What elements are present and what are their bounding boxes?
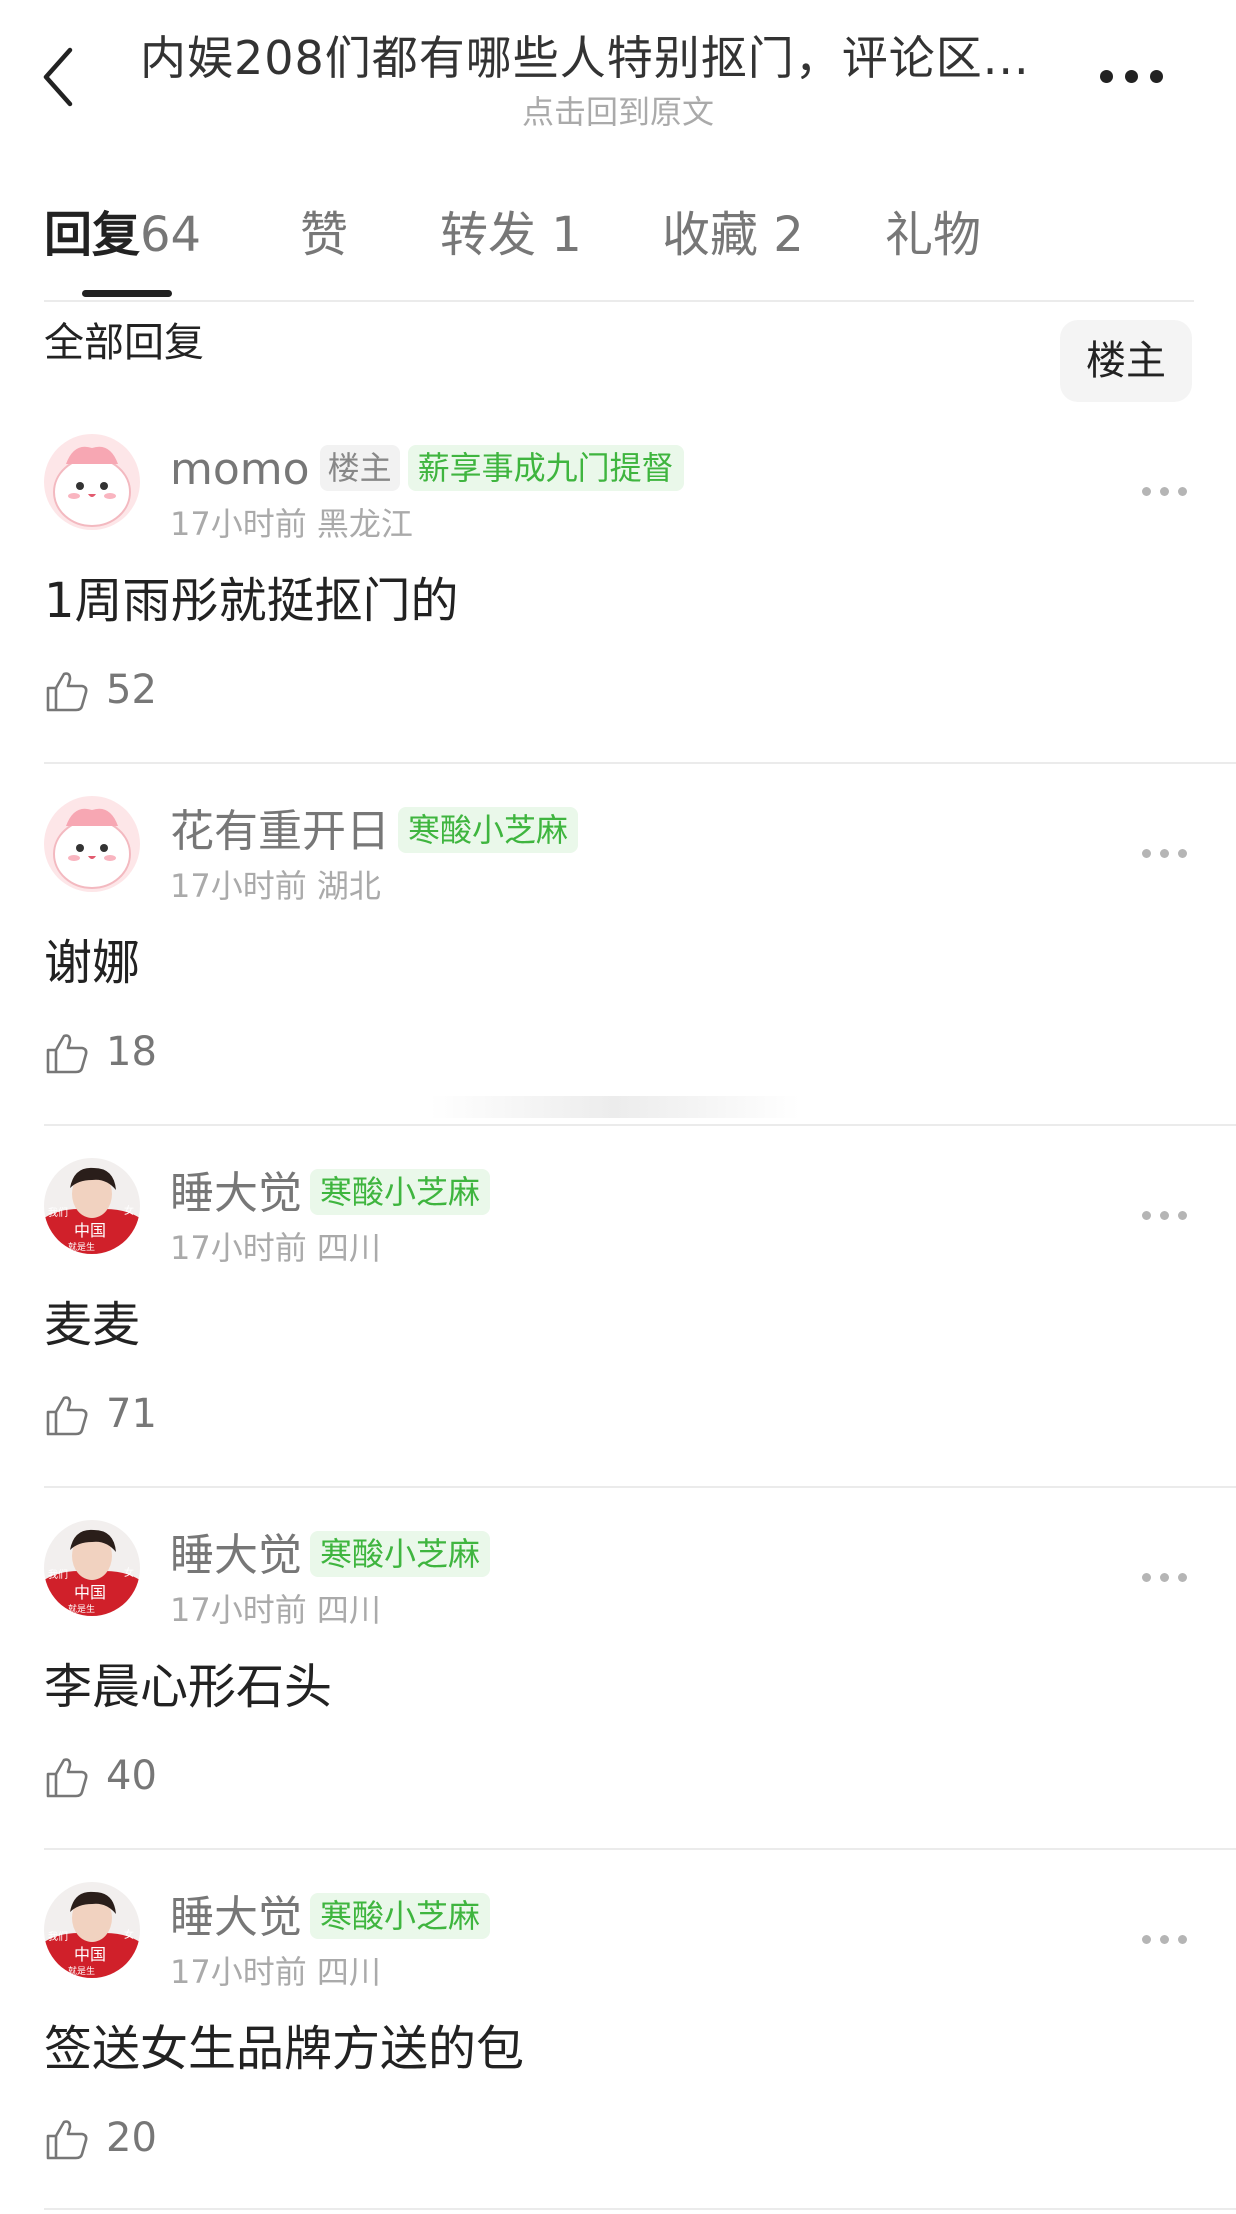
svg-text:我们: 我们 — [48, 1930, 68, 1943]
comment-meta: 17小时前 四川 — [170, 1229, 381, 1267]
divider — [44, 762, 1236, 764]
comment-meta: 17小时前 湖北 — [170, 867, 381, 905]
level-badge: 寒酸小芝麻 — [310, 1893, 491, 1939]
comment-text: 谢娜 — [44, 935, 141, 991]
red-jersey-avatar-icon: 我们 女 中国 就是生 — [44, 1520, 140, 1616]
owner-badge: 楼主 — [319, 445, 400, 491]
like-count: 40 — [106, 1753, 157, 1799]
divider — [44, 1848, 1236, 1850]
active-tab-indicator — [82, 290, 172, 297]
like-count: 52 — [106, 667, 157, 713]
all-replies-heading: 全部回复 — [44, 320, 204, 366]
comment-more-button[interactable] — [1140, 482, 1190, 502]
svg-text:中国: 中国 — [74, 1945, 106, 1964]
more-options-button[interactable] — [1098, 60, 1168, 90]
comment-more-button[interactable] — [1140, 1930, 1190, 1950]
username[interactable]: momo 楼主 薪享事成九门提督 — [170, 442, 684, 498]
comment-meta: 17小时前 四川 — [170, 1591, 381, 1629]
tab-bar: 回复64 赞 转发 1 收藏 2 礼物 — [44, 195, 1194, 302]
comment-more-button[interactable] — [1140, 844, 1190, 864]
red-jersey-avatar-icon: 我们 女 中国 就是生 — [44, 1882, 140, 1978]
comment-meta: 17小时前 四川 — [170, 1953, 381, 1991]
overlay-artifact — [430, 1096, 800, 1118]
avatar[interactable] — [44, 434, 140, 530]
back-to-original-link[interactable]: 点击回到原文 — [0, 92, 1236, 132]
comment-item: 我们 女 中国 就是生 睡大觉 寒酸小芝麻 17小时前 四川 麦麦 71 — [0, 1124, 1236, 1486]
level-badge: 寒酸小芝麻 — [310, 1531, 491, 1577]
comment-item: momo 楼主 薪享事成九门提督 17小时前 黑龙江 1周雨彤就挺抠门的 52 — [0, 400, 1236, 762]
svg-text:中国: 中国 — [74, 1221, 106, 1240]
thumbs-up-icon — [46, 672, 88, 712]
svg-text:我们: 我们 — [48, 1568, 68, 1581]
thumbs-up-icon — [46, 2120, 88, 2160]
post-title[interactable]: 内娱208们都有哪些人特别抠门，评论区... — [140, 28, 1080, 88]
pink-blob-avatar-icon — [44, 434, 140, 530]
svg-text:女: 女 — [124, 1204, 134, 1217]
comment-more-button[interactable] — [1140, 1206, 1190, 1226]
comment-text: 麦麦 — [44, 1297, 141, 1353]
level-badge: 寒酸小芝麻 — [310, 1169, 491, 1215]
svg-text:就是生: 就是生 — [68, 1241, 95, 1253]
svg-text:就是生: 就是生 — [68, 1603, 95, 1615]
svg-text:我们: 我们 — [48, 1206, 68, 1219]
comment-item: 我们 女 中国 就是生 睡大觉 寒酸小芝麻 17小时前 四川 签送女生品牌方送的包… — [0, 1848, 1236, 2210]
svg-text:女: 女 — [124, 1566, 134, 1579]
tab-reposts[interactable]: 转发 1 — [440, 205, 582, 265]
username[interactable]: 花有重开日 寒酸小芝麻 — [170, 804, 579, 860]
divider — [44, 1486, 1236, 1488]
comment-text: 李晨心形石头 — [44, 1659, 333, 1715]
username[interactable]: 睡大觉 寒酸小芝麻 — [170, 1166, 491, 1222]
divider — [44, 1124, 1236, 1126]
tab-favorites[interactable]: 收藏 2 — [662, 205, 804, 265]
owner-only-filter-button[interactable]: 楼主 — [1060, 320, 1192, 402]
pink-blob-avatar-icon — [44, 796, 140, 892]
avatar[interactable]: 我们 女 中国 就是生 — [44, 1882, 140, 1978]
username[interactable]: 睡大觉 寒酸小芝麻 — [170, 1528, 491, 1584]
comment-meta: 17小时前 黑龙江 — [170, 505, 413, 543]
like-count: 18 — [106, 1029, 157, 1075]
comment-item: 花有重开日 寒酸小芝麻 17小时前 湖北 谢娜 18 — [0, 762, 1236, 1124]
comment-item: 我们 女 中国 就是生 睡大觉 寒酸小芝麻 17小时前 四川 李晨心形石头 40 — [0, 1486, 1236, 1848]
comment-text: 签送女生品牌方送的包 — [44, 2021, 525, 2077]
tab-gifts[interactable]: 礼物 — [885, 205, 981, 265]
svg-text:就是生: 就是生 — [68, 1965, 95, 1977]
avatar[interactable]: 我们 女 中国 就是生 — [44, 1520, 140, 1616]
avatar[interactable] — [44, 796, 140, 892]
like-count: 71 — [106, 1391, 157, 1437]
avatar[interactable]: 我们 女 中国 就是生 — [44, 1158, 140, 1254]
comment-more-button[interactable] — [1140, 1568, 1190, 1588]
svg-text:中国: 中国 — [74, 1583, 106, 1602]
top-bar: 内娱208们都有哪些人特别抠门，评论区... 点击回到原文 — [0, 0, 1236, 150]
red-jersey-avatar-icon: 我们 女 中国 就是生 — [44, 1158, 140, 1254]
thumbs-up-icon — [46, 1396, 88, 1436]
username[interactable]: 睡大觉 寒酸小芝麻 — [170, 1890, 491, 1946]
thumbs-up-icon — [46, 1758, 88, 1798]
tab-replies[interactable]: 回复64 — [44, 205, 201, 265]
comment-text: 1周雨彤就挺抠门的 — [44, 573, 459, 629]
tab-likes[interactable]: 赞 — [300, 205, 348, 265]
level-badge: 薪享事成九门提督 — [407, 445, 684, 491]
like-count: 20 — [106, 2115, 157, 2161]
level-badge: 寒酸小芝麻 — [398, 807, 579, 853]
divider — [44, 2208, 1236, 2210]
thumbs-up-icon — [46, 1034, 88, 1074]
svg-text:女: 女 — [124, 1928, 134, 1941]
